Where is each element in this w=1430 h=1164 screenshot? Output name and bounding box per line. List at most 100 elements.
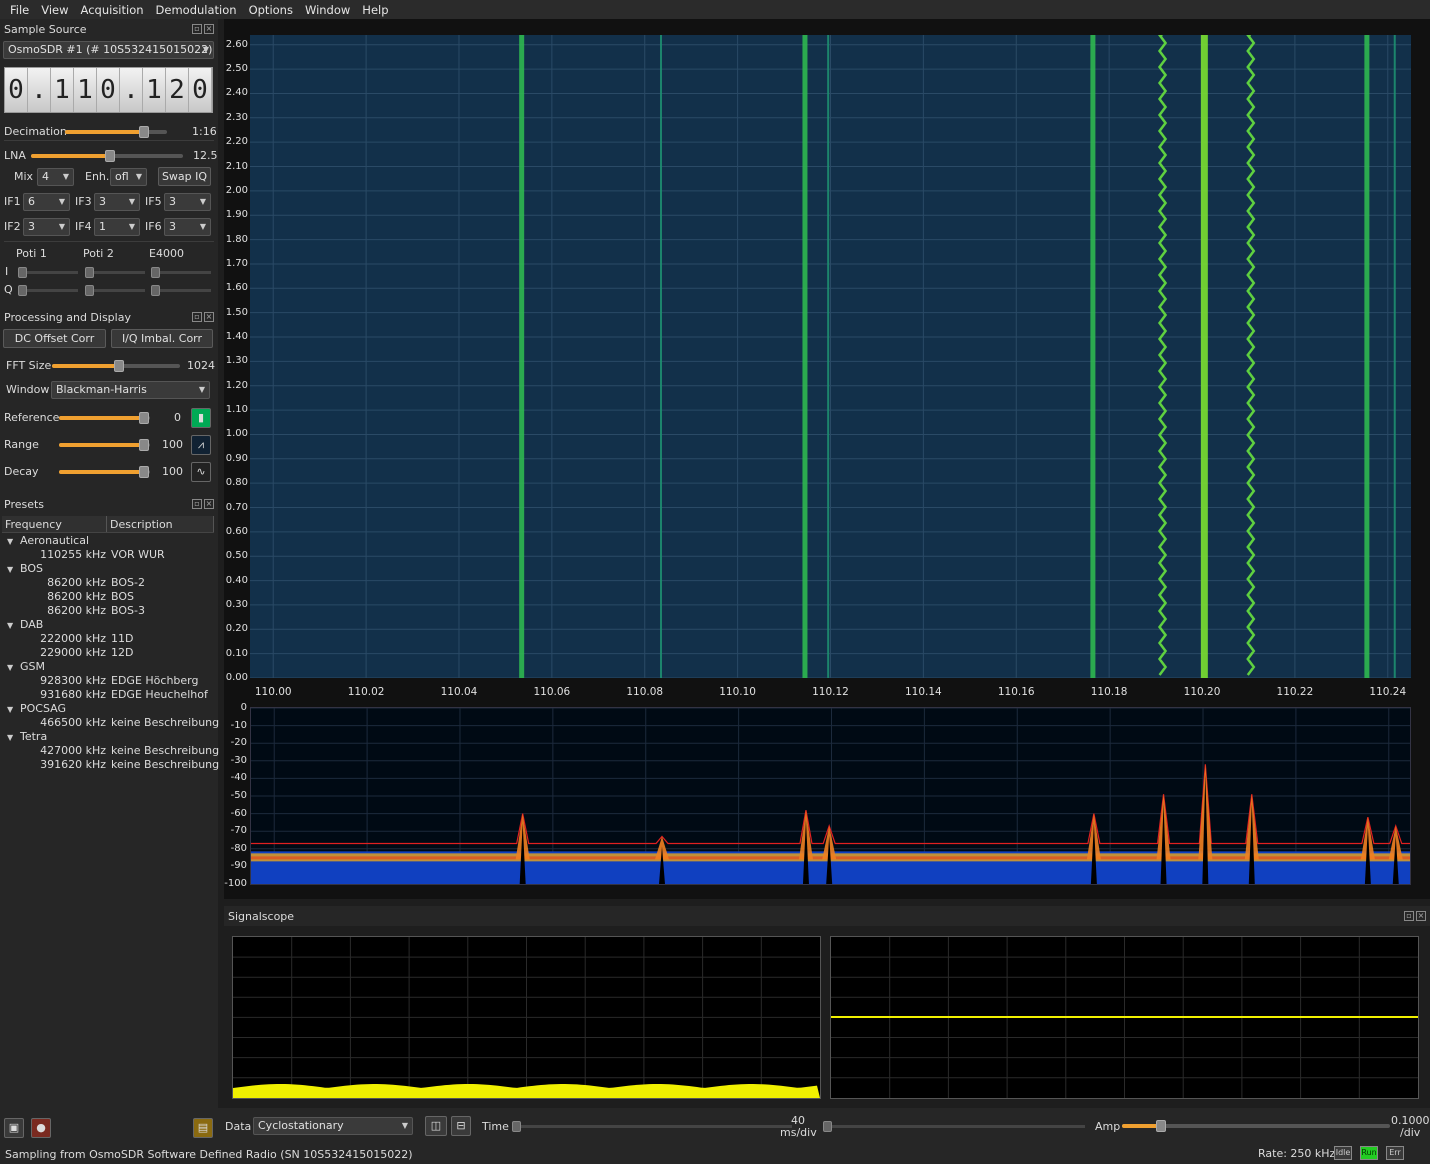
chevron-down-icon[interactable]: ▼ (2, 703, 20, 717)
frequency-digit[interactable]: 1 (143, 68, 166, 112)
chevron-down-icon[interactable]: ▼ (2, 563, 20, 577)
poti1-i-slider[interactable] (18, 267, 78, 278)
preset-item[interactable]: 931680 kHz EDGE Heuchelhof (2, 688, 214, 702)
waterfall-y-tick: 1.20 (225, 379, 248, 391)
frequency-digit[interactable]: 2 (166, 68, 189, 112)
chevron-down-icon[interactable]: ▼ (2, 535, 20, 549)
float-icon[interactable]: ▫ (192, 312, 202, 322)
if4-select[interactable]: 1 (94, 218, 140, 236)
swap-iq-button[interactable]: Swap IQ (158, 167, 211, 186)
range-slider[interactable] (59, 439, 150, 451)
preset-item[interactable]: 427000 kHz keine Beschreibung (2, 744, 219, 758)
poti1-q-slider[interactable] (18, 285, 78, 296)
waterfall-plot[interactable] (250, 35, 1411, 678)
preset-group[interactable]: ▼ POCSAG (2, 702, 214, 716)
device-select[interactable]: OsmoSDR #1 (# 10S532415015022) (3, 41, 214, 59)
preset-item[interactable]: 110255 kHz VOR WUR (2, 548, 214, 562)
dc-offset-button[interactable]: DC Offset Corr (3, 329, 106, 348)
menu-window[interactable]: Window (299, 3, 356, 17)
iq-imbal-button[interactable]: I/Q Imbal. Corr (111, 329, 213, 348)
col-frequency[interactable]: Frequency (2, 516, 107, 532)
menu-options[interactable]: Options (243, 3, 299, 17)
e4000-q-slider[interactable] (151, 285, 211, 296)
frequency-digit[interactable]: . (28, 68, 51, 112)
chevron-down-icon[interactable]: ▼ (2, 619, 20, 633)
poti2-i-slider[interactable] (85, 267, 145, 278)
preset-description: keine Beschreibung (111, 744, 220, 757)
scope-offset-slider[interactable] (823, 1121, 1085, 1132)
frequency-display[interactable]: 0.110.120 (4, 67, 213, 113)
preset-item[interactable]: 86200 kHz BOS (2, 590, 214, 604)
spectrum-plot[interactable] (250, 707, 1411, 885)
preset-item[interactable]: 86200 kHz BOS-3 (2, 604, 214, 618)
poti2-q-slider[interactable] (85, 285, 145, 296)
decimation-slider[interactable] (65, 126, 167, 138)
frequency-x-tick: 110.10 (719, 686, 756, 698)
menu-help[interactable]: Help (356, 3, 394, 17)
float-icon[interactable]: ▫ (192, 499, 202, 509)
preset-frequency: 229000 kHz (40, 646, 106, 659)
fft-slider[interactable] (52, 360, 180, 372)
frequency-digit[interactable]: 0 (189, 68, 212, 112)
preset-item[interactable]: 222000 kHz 11D (2, 632, 214, 646)
split-vertical-icon[interactable]: ⊟ (451, 1116, 471, 1136)
data-select[interactable]: Cyclostationary (253, 1117, 413, 1135)
menu-acquisition[interactable]: Acquisition (75, 3, 150, 17)
preset-item[interactable]: 391620 kHz keine Beschreibung (2, 758, 219, 772)
enh-select[interactable]: ofl (110, 168, 147, 186)
folder-icon[interactable]: ▤ (193, 1118, 213, 1138)
float-icon[interactable]: ▫ (192, 24, 202, 34)
if6-select[interactable]: 3 (164, 218, 211, 236)
frequency-digit[interactable]: 1 (74, 68, 97, 112)
preset-item[interactable]: 86200 kHz BOS-2 (2, 576, 214, 590)
if3-select[interactable]: 3 (94, 193, 140, 211)
chevron-down-icon[interactable]: ▼ (2, 731, 20, 745)
if5-select[interactable]: 3 (164, 193, 211, 211)
menu-demodulation[interactable]: Demodulation (150, 3, 243, 17)
spectrum-icon[interactable]: ⩘ (191, 435, 211, 455)
window-select[interactable]: Blackman-Harris (51, 381, 210, 399)
if1-select[interactable]: 6 (23, 193, 70, 211)
sample-source-header: Sample Source ▫ × (0, 20, 218, 38)
frequency-digit[interactable]: 0 (5, 68, 28, 112)
time-slider[interactable] (512, 1121, 792, 1132)
preset-group[interactable]: ▼ DAB (2, 618, 214, 632)
preset-group[interactable]: ▼ Tetra (2, 730, 214, 744)
range-label: Range (4, 438, 39, 451)
close-icon[interactable]: × (1416, 911, 1426, 921)
preset-item[interactable]: 466500 kHz keine Beschreibung (2, 716, 219, 730)
frequency-digit[interactable]: 1 (51, 68, 74, 112)
preset-description: BOS-3 (111, 604, 145, 617)
waterfall-signal-trace (519, 35, 525, 678)
frequency-digit[interactable]: . (120, 68, 143, 112)
preset-group[interactable]: ▼ GSM (2, 660, 214, 674)
split-horizontal-icon[interactable]: ◫ (425, 1116, 447, 1136)
if2-select[interactable]: 3 (23, 218, 70, 236)
menu-view[interactable]: View (35, 3, 74, 17)
preset-group[interactable]: ▼ BOS (2, 562, 214, 576)
mix-select[interactable]: 4 (37, 168, 74, 186)
preset-group[interactable]: ▼ Aeronautical (2, 534, 214, 548)
decay-slider[interactable] (59, 466, 150, 478)
float-icon[interactable]: ▫ (1404, 911, 1414, 921)
frequency-digit[interactable]: 0 (97, 68, 120, 112)
close-icon[interactable]: × (204, 499, 214, 509)
waterfall-signal-trace (1393, 35, 1396, 678)
close-icon[interactable]: × (204, 24, 214, 34)
peak-hold-icon[interactable]: ∿ (191, 462, 211, 482)
close-icon[interactable]: × (204, 312, 214, 322)
save-icon[interactable]: ▣ (4, 1118, 24, 1138)
record-icon[interactable]: ● (31, 1118, 51, 1138)
chevron-down-icon[interactable]: ▼ (2, 661, 20, 675)
lna-slider[interactable] (31, 150, 183, 162)
spectrum-y-tick: -60 (230, 807, 247, 819)
col-description[interactable]: Description (107, 516, 214, 532)
preset-item[interactable]: 229000 kHz 12D (2, 646, 214, 660)
waterfall-color-icon[interactable]: ▮ (191, 408, 211, 428)
menu-file[interactable]: File (4, 3, 35, 17)
idle-indicator: Idle (1334, 1146, 1352, 1160)
preset-item[interactable]: 928300 kHz EDGE Höchberg (2, 674, 214, 688)
reference-slider[interactable] (59, 412, 150, 424)
e4000-i-slider[interactable] (151, 267, 211, 278)
amp-slider[interactable] (1122, 1120, 1390, 1132)
